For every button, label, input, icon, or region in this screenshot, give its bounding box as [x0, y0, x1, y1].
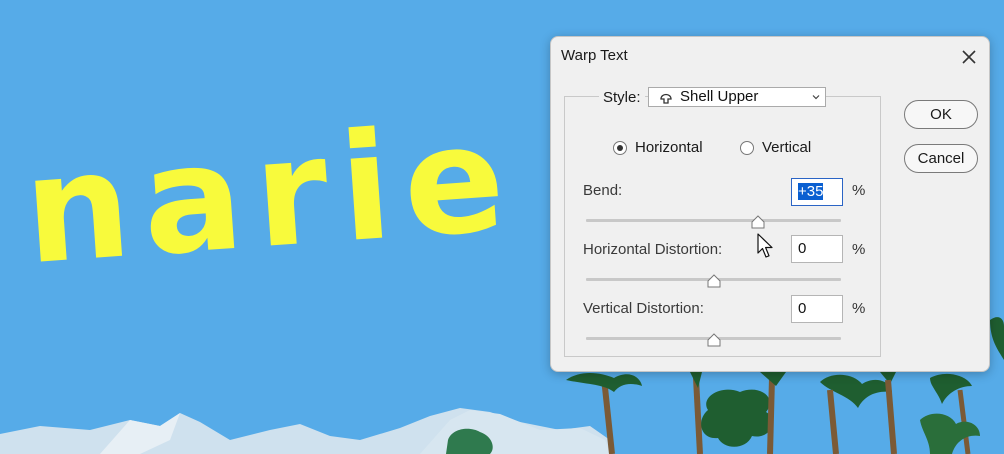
warp-text-dialog: Warp Text Style: Shell Upper Horizontal … — [550, 36, 990, 372]
bend-input-value: +35 — [798, 183, 824, 200]
horizontal-distortion-unit: % — [852, 241, 866, 258]
style-label: Style: — [599, 89, 645, 106]
bend-slider-thumb[interactable] — [751, 215, 765, 229]
vertical-distortion-input[interactable]: 0 — [791, 295, 843, 323]
ok-button[interactable]: OK — [904, 100, 978, 129]
vertical-distortion-slider-thumb[interactable] — [707, 333, 721, 347]
bend-label: Bend: — [583, 182, 623, 199]
cancel-button[interactable]: Cancel — [904, 144, 978, 173]
horizontal-distortion-label: Horizontal Distortion: — [583, 241, 723, 258]
horizontal-distortion-input[interactable]: 0 — [791, 235, 843, 263]
vertical-distortion-unit: % — [852, 300, 866, 317]
dialog-title: Warp Text — [561, 47, 628, 64]
shell-upper-icon — [660, 93, 672, 104]
vertical-radio-label[interactable]: Vertical — [762, 139, 811, 156]
horizontal-radio[interactable] — [613, 141, 627, 155]
bend-input[interactable]: +35 — [791, 178, 843, 206]
horizontal-distortion-slider-thumb[interactable] — [707, 274, 721, 288]
vertical-radio[interactable] — [740, 141, 754, 155]
style-dropdown[interactable]: Shell Upper — [648, 87, 826, 107]
chevron-down-icon — [812, 95, 820, 100]
style-dropdown-value: Shell Upper — [680, 88, 759, 105]
horizontal-radio-label[interactable]: Horizontal — [635, 139, 703, 156]
bend-slider-track[interactable] — [586, 219, 841, 222]
close-icon[interactable] — [957, 45, 981, 69]
mouse-pointer-icon — [757, 233, 773, 258]
bend-unit: % — [852, 182, 866, 199]
warped-text[interactable]: narie — [19, 92, 510, 297]
vertical-distortion-label: Vertical Distortion: — [583, 300, 704, 317]
